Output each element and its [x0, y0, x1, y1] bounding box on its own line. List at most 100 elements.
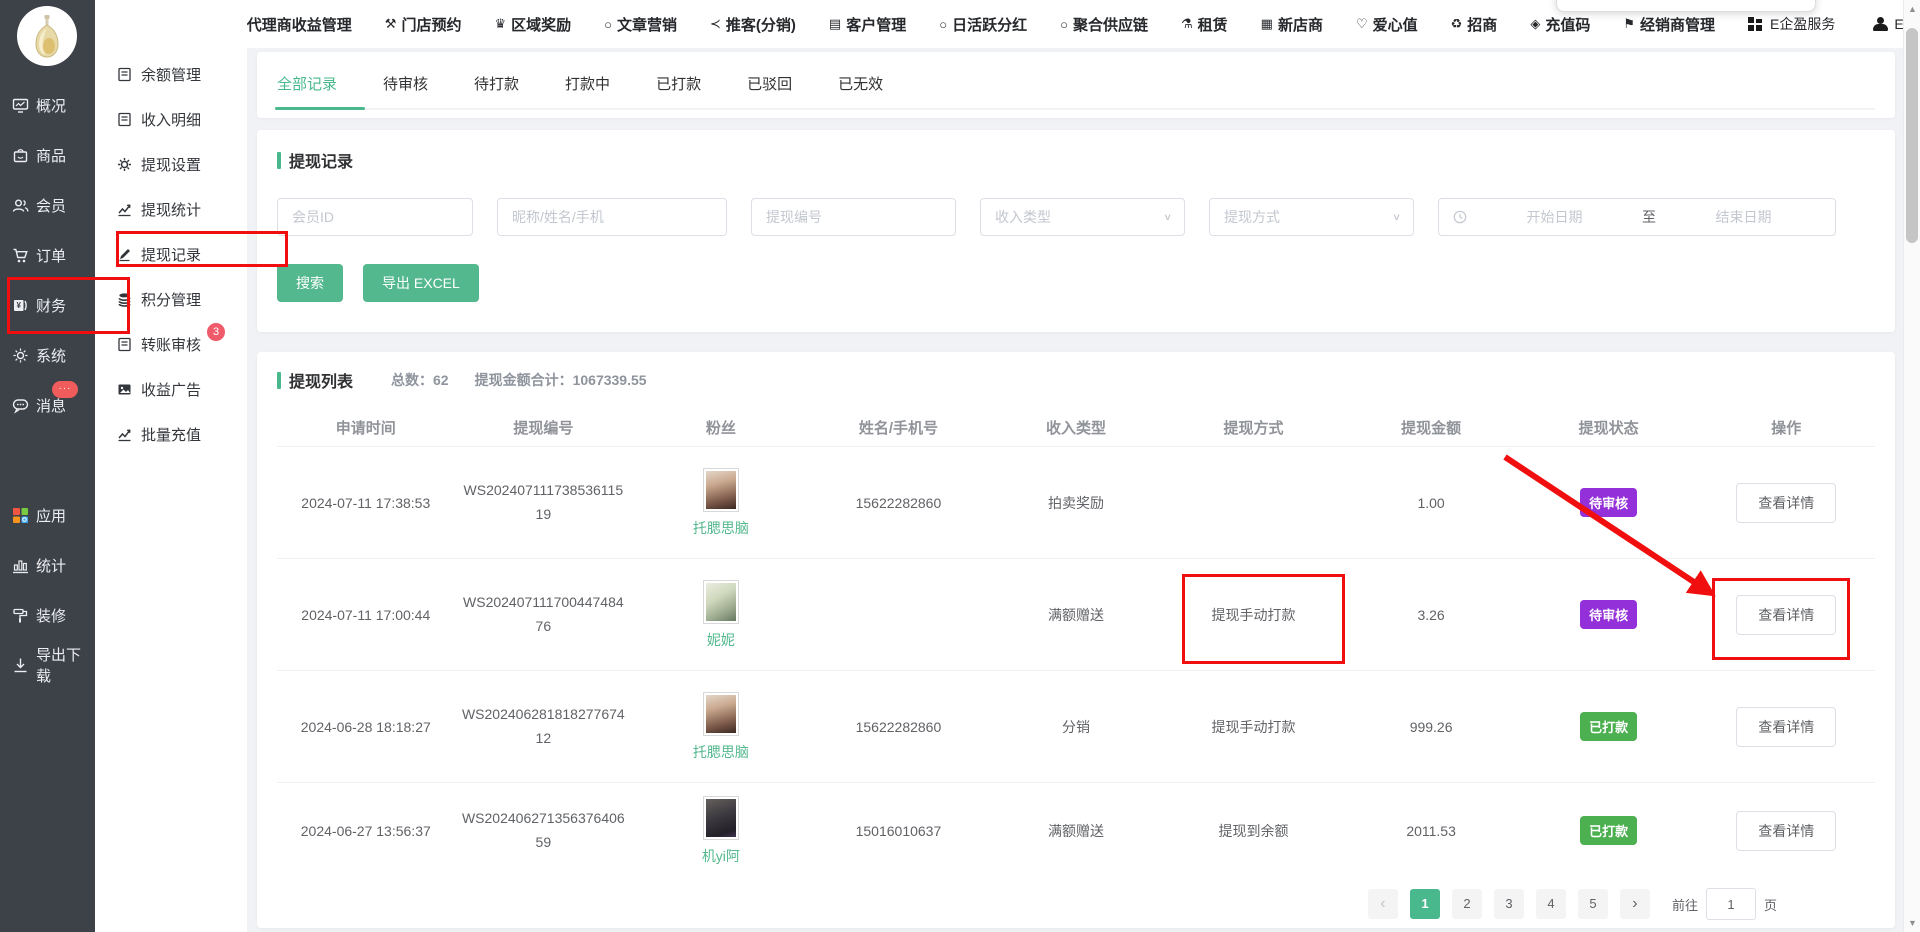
page-button-3[interactable]: 3: [1494, 889, 1524, 919]
sidebar-item-products[interactable]: 商品: [0, 130, 95, 180]
withdraw-method-select[interactable]: 提现方式 ∨: [1209, 198, 1414, 236]
withdraw-no: WS20240627135637640659: [455, 799, 633, 863]
tab-pending-review[interactable]: 待审核: [383, 64, 428, 108]
goto-page-input[interactable]: [1706, 888, 1756, 920]
perfume-bottle-logo: [32, 14, 62, 58]
withdraw-method: 提现手动打款: [1165, 597, 1343, 633]
tab-invalid[interactable]: 已无效: [838, 64, 883, 108]
fan-name-link[interactable]: 妮妮: [707, 630, 735, 650]
circle-icon: ○: [939, 17, 947, 32]
fan-name-link[interactable]: 托腮思脑: [693, 518, 749, 538]
income-type: 分销: [987, 709, 1165, 745]
tab-paying[interactable]: 打款中: [565, 64, 610, 108]
sidebar-item-export-download[interactable]: 导出下载: [0, 640, 95, 690]
nav-region-reward[interactable]: ♛区域奖励: [494, 14, 571, 35]
fan-avatar[interactable]: [703, 796, 739, 840]
sidebar-item-finance[interactable]: ¥ 财务: [0, 280, 95, 330]
fan-avatar[interactable]: [703, 580, 739, 624]
submenu-points-mgmt[interactable]: 积分管理: [95, 277, 247, 322]
view-detail-button[interactable]: 查看详情: [1736, 811, 1836, 851]
goto-label: 前往: [1672, 895, 1698, 914]
submenu-batch-recharge[interactable]: 批量充值: [95, 412, 247, 457]
view-detail-button[interactable]: 查看详情: [1736, 707, 1836, 747]
nav-article-marketing[interactable]: ○文章营销: [604, 14, 677, 35]
user-icon: [1873, 17, 1887, 31]
sidebar-item-system[interactable]: 系统: [0, 330, 95, 380]
fan-name-link[interactable]: 托腮思脑: [693, 742, 749, 762]
fan-avatar[interactable]: [703, 468, 739, 512]
search-button[interactable]: 搜索: [277, 264, 343, 302]
submenu-revenue-ads[interactable]: 收益广告: [95, 367, 247, 412]
sidebar-item-orders[interactable]: 订单: [0, 230, 95, 280]
withdraw-no: WS20240711173853611519: [455, 471, 633, 535]
nav-recharge-code[interactable]: ◈充值码: [1530, 14, 1590, 35]
scrollbar-thumb[interactable]: [1906, 28, 1918, 243]
date-range-picker[interactable]: 开始日期 至 结束日期: [1438, 198, 1836, 236]
income-type-select[interactable]: 收入类型 ∨: [980, 198, 1185, 236]
withdraw-amount: 999.26: [1342, 711, 1520, 743]
nav-investment[interactable]: ♻招商: [1451, 14, 1498, 35]
clock-icon: [1453, 210, 1467, 224]
view-detail-button[interactable]: 查看详情: [1736, 483, 1836, 523]
fan-name-link[interactable]: 机yi阿: [702, 846, 740, 866]
submenu-withdraw-settings[interactable]: 提现设置: [95, 142, 247, 187]
vertical-scrollbar[interactable]: ▲ ▼: [1903, 0, 1920, 932]
nav-customer-mgmt[interactable]: ▤客户管理: [829, 14, 906, 35]
submenu-income-detail[interactable]: 收入明细: [95, 97, 247, 142]
sidebar-item-decoration[interactable]: 装修: [0, 590, 95, 640]
nav-distribution[interactable]: ≺推客(分销): [710, 14, 796, 35]
status-badge: 待审核: [1580, 600, 1637, 629]
withdraw-method: 提现手动打款: [1165, 709, 1343, 745]
table-row: 2024-07-11 17:38:53 WS202407111738536115…: [277, 446, 1875, 558]
tab-all-records[interactable]: 全部记录: [277, 64, 337, 108]
member-id-input[interactable]: [277, 198, 473, 236]
nav-leasing[interactable]: ⚗租赁: [1181, 14, 1228, 35]
store-logo[interactable]: [17, 6, 77, 66]
tab-paid[interactable]: 已打款: [656, 64, 701, 108]
messages-badge: ···: [52, 381, 78, 398]
export-excel-button[interactable]: 导出 EXCEL: [363, 264, 479, 302]
sidebar-item-members[interactable]: 会员: [0, 180, 95, 230]
cart-icon: [12, 247, 29, 264]
nav-dealer-mgmt[interactable]: ⚑经销商管理: [1623, 14, 1715, 35]
sidebar-item-overview[interactable]: 概况: [0, 80, 95, 130]
blocks-icon: [1748, 17, 1763, 32]
tab-rejected[interactable]: 已驳回: [747, 64, 792, 108]
page-button-5[interactable]: 5: [1578, 889, 1608, 919]
scroll-down-icon[interactable]: ▼: [1904, 918, 1920, 928]
page-button-2[interactable]: 2: [1452, 889, 1482, 919]
nav-new-shop[interactable]: ▦新店商: [1261, 14, 1323, 35]
submenu-transfer-review[interactable]: 转账审核 3: [95, 322, 247, 367]
nickname-input[interactable]: [497, 198, 727, 236]
document-icon: [117, 67, 132, 82]
sidebar-item-statistics[interactable]: 统计: [0, 540, 95, 590]
name-phone: 15622282860: [810, 487, 988, 519]
trophy-icon: ♛: [494, 16, 506, 32]
next-page-button[interactable]: ›: [1620, 889, 1650, 919]
nav-store-booking[interactable]: ⚒门店预约: [385, 14, 462, 35]
nav-agent-revenue[interactable]: ○代理商收益管理: [234, 14, 352, 35]
scroll-up-icon[interactable]: ▲: [1904, 4, 1920, 14]
shop-bag-icon: [12, 147, 29, 164]
submenu-withdraw-stats[interactable]: 提现统计: [95, 187, 247, 232]
nav-love-value[interactable]: ♡爱心值: [1356, 14, 1418, 35]
nav-supply-chain[interactable]: ○聚合供应链: [1060, 14, 1148, 35]
page-button-4[interactable]: 4: [1536, 889, 1566, 919]
sidebar-item-apps[interactable]: 应用: [0, 490, 95, 540]
tab-pending-payment[interactable]: 待打款: [474, 64, 519, 108]
withdraw-list-card: 提现列表 总数：62 提现金额合计：1067339.55 申请时间 提现编号 粉…: [257, 352, 1895, 928]
withdraw-no-input[interactable]: [751, 198, 956, 236]
end-date-placeholder: 结束日期: [1666, 207, 1821, 227]
sidebar-item-messages[interactable]: 消息 ···: [0, 380, 95, 430]
view-detail-button[interactable]: 查看详情: [1736, 595, 1836, 635]
page-button-1[interactable]: 1: [1410, 889, 1440, 919]
fan-avatar[interactable]: [703, 692, 739, 736]
prev-page-button[interactable]: ‹: [1368, 889, 1398, 919]
nav-daily-dividend[interactable]: ○日活跃分红: [939, 14, 1027, 35]
popup-artifact: [1556, 0, 1816, 12]
nav-eqy-service[interactable]: E企盈服务: [1748, 14, 1835, 34]
flag-icon: ⚑: [1623, 16, 1635, 32]
download-icon: [12, 657, 29, 674]
submenu-withdraw-records[interactable]: 提现记录: [95, 232, 247, 277]
submenu-balance-mgmt[interactable]: 余额管理: [95, 52, 247, 97]
